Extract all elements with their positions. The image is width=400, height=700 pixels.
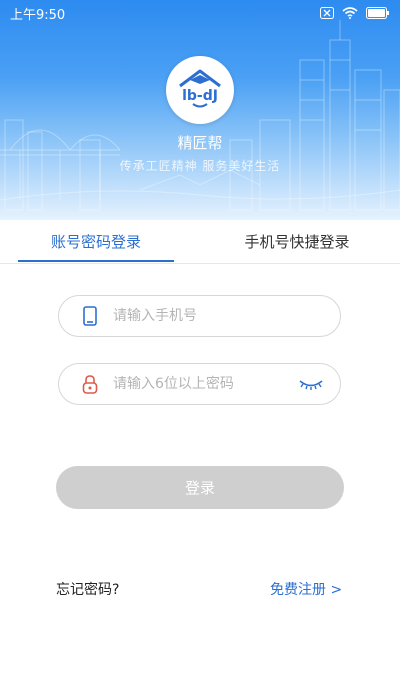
house-logo-icon: lb-dJ [179, 69, 221, 108]
app-name: 精匠帮 [177, 134, 223, 152]
phone-icon [79, 305, 101, 327]
forgot-password-link[interactable]: 忘记密码? [56, 579, 119, 599]
app-logo: lb-dJ [166, 56, 234, 124]
app-slogan: 传承工匠精神 服务美好生活 [119, 159, 281, 173]
toggle-password-visibility-icon[interactable] [298, 376, 324, 392]
logo-text: lb-dJ [182, 88, 218, 104]
header-banner: 上午9:50 lb-dJ 精匠帮 传承工匠精神 服务美好生活 [0, 0, 400, 220]
password-field[interactable] [58, 363, 341, 405]
login-tabs: 账号密码登录 手机号快捷登录 [0, 221, 400, 264]
wifi-icon [342, 7, 358, 19]
battery-icon [366, 7, 389, 19]
tab-password-login[interactable]: 账号密码登录 [18, 221, 174, 263]
active-tab-indicator [18, 260, 174, 262]
status-bar: 上午9:50 [0, 0, 400, 26]
sim-x-icon [320, 7, 334, 19]
register-link[interactable]: 免费注册 > [270, 579, 342, 599]
status-time: 上午9:50 [10, 7, 66, 23]
lock-icon [79, 373, 101, 395]
phone-input[interactable] [111, 307, 340, 325]
tab-phone-quick-login[interactable]: 手机号快捷登录 [222, 221, 372, 263]
login-button[interactable]: 登录 [56, 466, 344, 509]
password-input[interactable] [111, 375, 298, 393]
phone-field[interactable] [58, 295, 341, 337]
